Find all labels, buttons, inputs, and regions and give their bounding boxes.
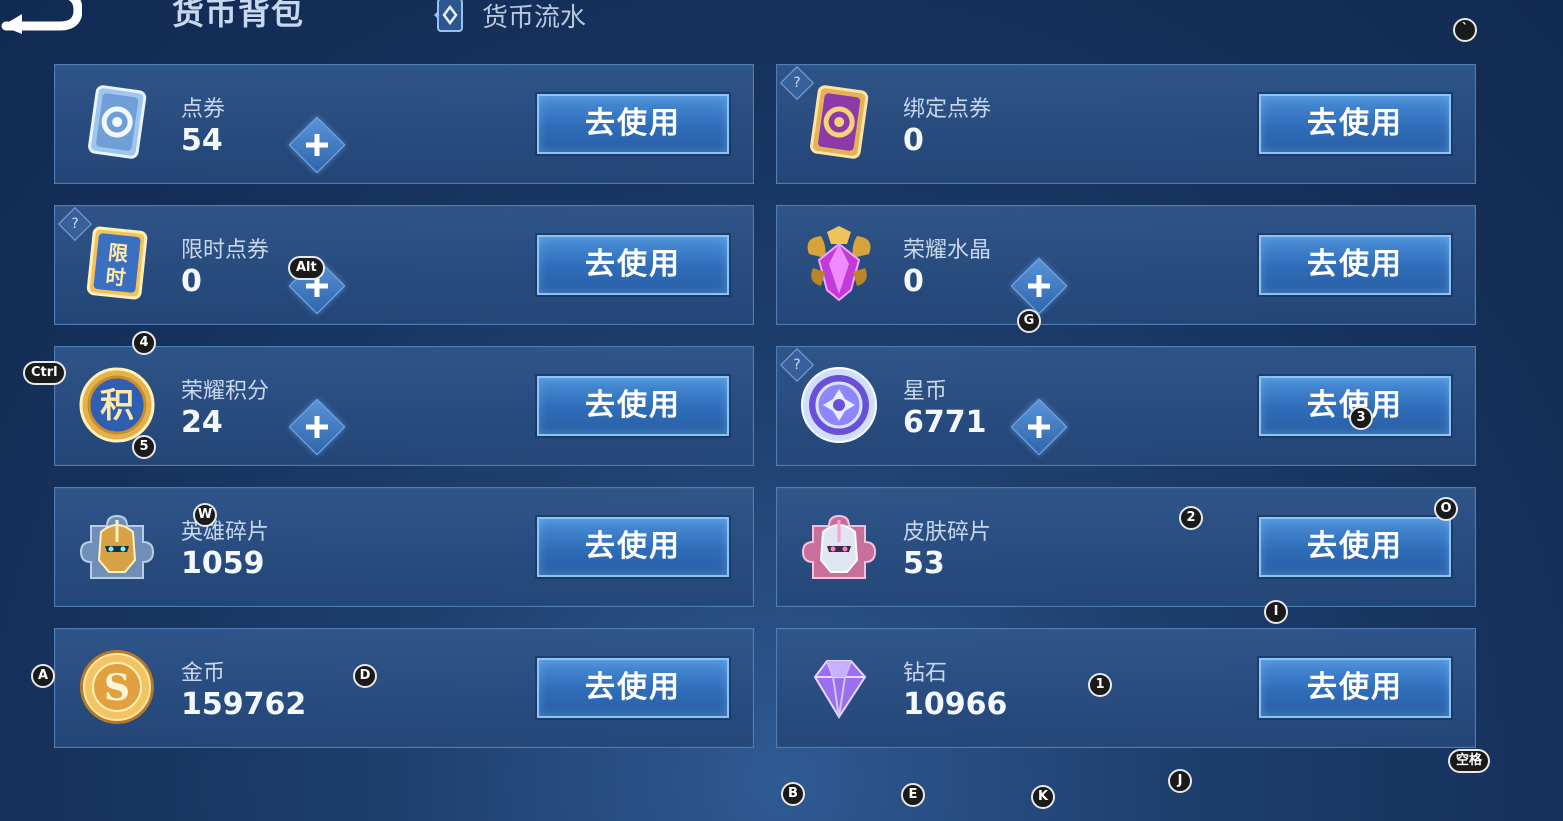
currency-name: 星币 xyxy=(903,379,948,404)
currency-name: 点券 xyxy=(181,97,226,122)
currency-amount: 1059 xyxy=(181,546,265,581)
add-icon[interactable] xyxy=(1010,398,1068,456)
key-hint: ` xyxy=(1453,18,1477,42)
currency-name: 钻石 xyxy=(903,661,948,686)
diamond-icon xyxy=(813,660,867,719)
key-hint: E xyxy=(901,783,925,807)
currency-amount: 0 xyxy=(181,264,202,299)
page-title: 货币背包 xyxy=(172,0,305,32)
currency-name: 荣耀积分 xyxy=(181,379,270,404)
svg-text:限: 限 xyxy=(107,240,129,266)
currency-card-gold-coin: S 金币 159762 去使用 xyxy=(54,628,754,748)
key-hint: B xyxy=(781,782,805,806)
key-hint: D xyxy=(353,664,377,688)
currency-amount: 6771 xyxy=(903,405,987,440)
currency-flow-label: 货币流水 xyxy=(482,2,587,33)
currency-amount: 54 xyxy=(181,123,223,158)
key-hint: 2 xyxy=(1179,506,1203,530)
currency-flow-icon xyxy=(434,0,463,32)
currency-card-glory-crystal: 荣耀水晶 0 去使用 xyxy=(776,205,1476,325)
currency-amount: 24 xyxy=(181,405,223,440)
currency-card-limited-dianquan: ? 限 时 限时点券 0 去使用 xyxy=(54,205,754,325)
use-button[interactable]: 去使用 xyxy=(537,235,729,295)
currency-name: 绑定点券 xyxy=(903,97,992,122)
currency-amount: 159762 xyxy=(181,687,307,722)
key-hint: 4 xyxy=(132,331,156,355)
svg-text:S: S xyxy=(104,667,130,709)
use-button[interactable]: 去使用 xyxy=(1259,94,1451,154)
back-arrow-icon[interactable] xyxy=(0,0,82,34)
currency-amount: 53 xyxy=(903,546,945,581)
limited-coupon-icon: 限 时 xyxy=(86,226,148,300)
currency-amount: 0 xyxy=(903,264,924,299)
top-bar: 货币背包 货币流水 xyxy=(0,0,1563,40)
key-hint: K xyxy=(1031,785,1055,809)
currency-amount: 0 xyxy=(903,123,924,158)
add-icon[interactable] xyxy=(288,398,346,456)
currency-name: 限时点券 xyxy=(181,238,270,263)
key-hint: 空格 xyxy=(1448,749,1491,773)
key-hint: W xyxy=(193,503,217,527)
glory-crystal-icon xyxy=(807,226,871,302)
gold-coin-icon: S xyxy=(80,650,154,724)
currency-flow-tab[interactable]: 货币流水 xyxy=(432,0,586,36)
currency-card-glory-points: 积 荣耀积分 24 去使用 xyxy=(54,346,754,466)
key-hint: 3 xyxy=(1349,406,1373,430)
key-hint: Alt xyxy=(288,256,325,280)
star-coin-icon xyxy=(801,367,877,443)
currency-card-diamond: 钻石 10966 去使用 xyxy=(776,628,1476,748)
glory-points-icon: 积 xyxy=(79,367,155,443)
use-button[interactable]: 去使用 xyxy=(537,94,729,154)
coupon-card-icon xyxy=(88,85,147,159)
currency-card-hero-fragment: 英雄碎片 1059 去使用 xyxy=(54,487,754,607)
use-button[interactable]: 去使用 xyxy=(1259,658,1451,718)
add-icon[interactable] xyxy=(1010,257,1068,315)
hero-fragment-icon xyxy=(79,514,155,579)
key-hint: O xyxy=(1434,497,1458,521)
svg-text:时: 时 xyxy=(104,264,126,290)
currency-card-star-coin: ? 星币 6771 去使用 xyxy=(776,346,1476,466)
key-hint: 1 xyxy=(1088,673,1112,697)
key-hint: J xyxy=(1168,769,1192,793)
use-button[interactable]: 去使用 xyxy=(1259,517,1451,577)
currency-name: 金币 xyxy=(181,661,226,686)
key-hint: A xyxy=(31,664,55,688)
currency-card-dianquan: 点券 54 去使用 xyxy=(54,64,754,184)
use-button[interactable]: 去使用 xyxy=(537,658,729,718)
add-icon[interactable] xyxy=(288,116,346,174)
key-hint: 5 xyxy=(132,435,156,459)
skin-fragment-icon xyxy=(801,514,877,579)
currency-name: 荣耀水晶 xyxy=(903,238,992,263)
use-button[interactable]: 去使用 xyxy=(537,376,729,436)
use-button[interactable]: 去使用 xyxy=(537,517,729,577)
bound-coupon-card-icon xyxy=(810,85,869,159)
currency-amount: 10966 xyxy=(903,687,1008,722)
svg-text:积: 积 xyxy=(100,386,134,426)
currency-card-bound-dianquan: ? 绑定点券 0 去使用 xyxy=(776,64,1476,184)
currency-name: 皮肤碎片 xyxy=(903,520,992,545)
key-hint: G xyxy=(1017,309,1041,333)
key-hint: I xyxy=(1264,600,1288,624)
currency-card-skin-fragment: 皮肤碎片 53 去使用 xyxy=(776,487,1476,607)
key-hint: Ctrl xyxy=(23,361,66,385)
use-button[interactable]: 去使用 xyxy=(1259,235,1451,295)
